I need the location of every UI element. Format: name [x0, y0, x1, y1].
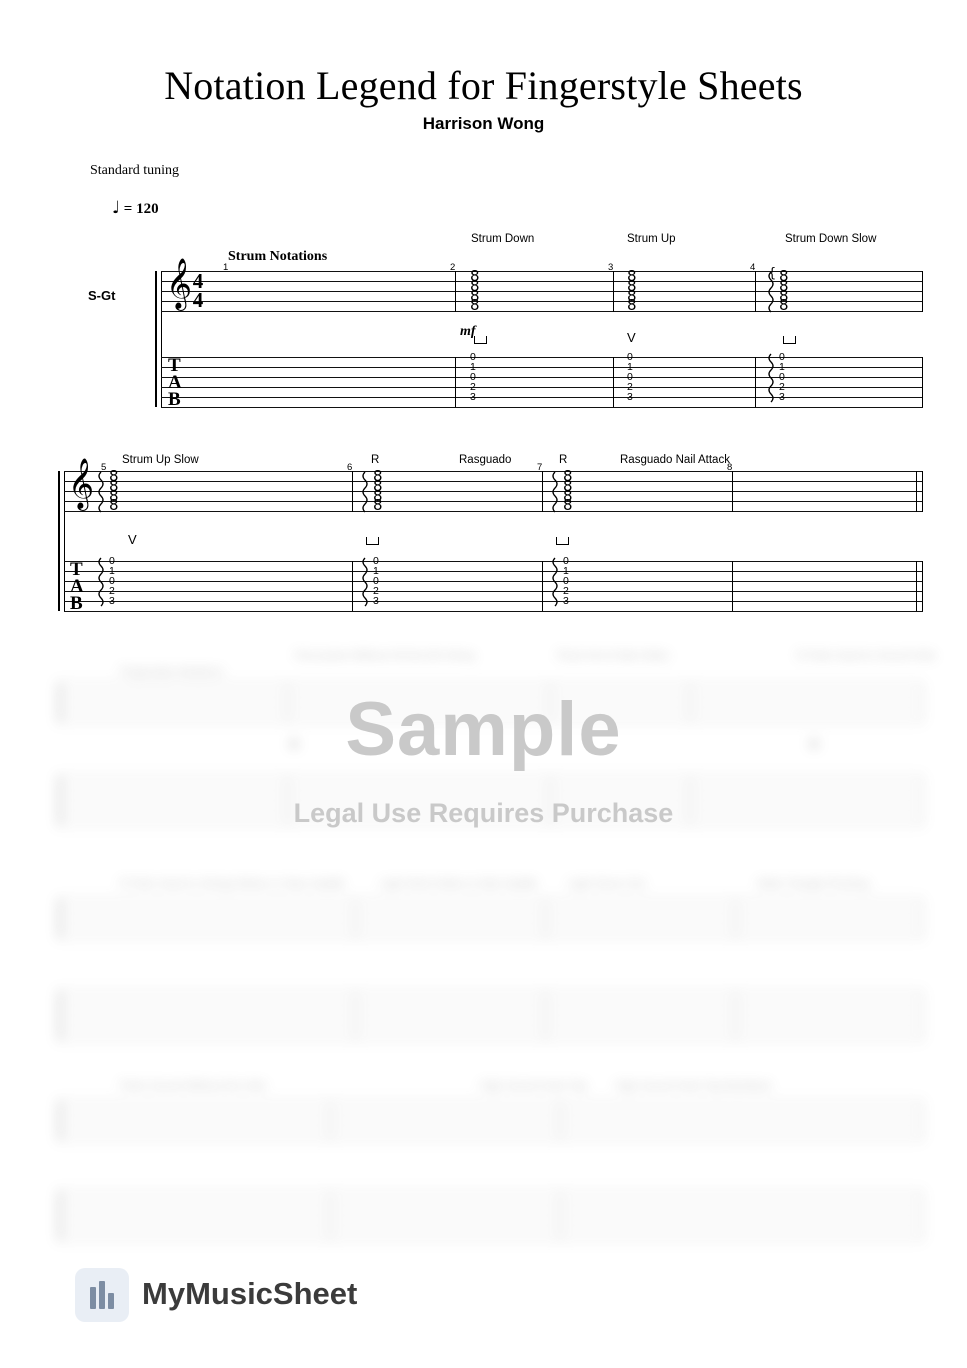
arpeggio-line-icon	[552, 471, 558, 513]
watermark-notice: Legal Use Requires Purchase	[293, 798, 674, 828]
barline	[455, 271, 456, 312]
preview-label: Wide Triangle Plucking	[757, 878, 869, 890]
sheet-bars-icon	[90, 1281, 114, 1309]
down-bow-icon	[783, 336, 796, 344]
measure-label-strum-down: Strum Down	[471, 233, 535, 245]
chord-notehead-stack: 8888	[470, 267, 480, 314]
tab-staff-2	[64, 561, 923, 612]
measure-number: 3	[608, 262, 614, 273]
measure-number: 4	[750, 262, 756, 273]
measure-label-rasguado: Rasguado	[459, 454, 512, 466]
tempo-value: = 120	[123, 201, 159, 217]
barline	[755, 271, 756, 312]
measure-label-strum-up-slow: Strum Up Slow	[122, 454, 199, 466]
measure-label-strum-up: Strum Up	[627, 233, 676, 245]
measure-number: 1	[223, 262, 229, 273]
treble-clef-icon: 𝄞	[68, 458, 95, 509]
measure-number: 2	[450, 262, 456, 273]
chord-notehead-stack: 8888	[563, 467, 573, 514]
arpeggio-line-icon	[362, 557, 368, 607]
tab-staff-1	[161, 357, 923, 408]
barline	[755, 357, 756, 407]
down-bow-icon	[366, 537, 379, 545]
preview-label: Pluck Hit of Side Strike	[557, 650, 669, 662]
tab-letter-b: B	[70, 593, 83, 614]
barline-final	[922, 561, 923, 611]
barline	[916, 471, 917, 512]
system-left-bracket	[58, 471, 60, 611]
page-title: Notation Legend for Fingerstyle Sheets	[164, 63, 803, 108]
barline	[916, 561, 917, 611]
arpeggio-line-icon	[362, 471, 368, 513]
tab-letter-b: B	[168, 389, 181, 410]
tuning-label: Standard tuning	[90, 163, 180, 178]
preview-label: Flesh Sound Without the Hole	[120, 1080, 267, 1092]
barline	[922, 271, 923, 312]
down-bow-icon	[556, 537, 569, 545]
barline	[455, 357, 456, 407]
measure-label-strum-down-slow: Strum Down Slow	[785, 233, 877, 245]
preview-label: Fingerstyle Notations	[120, 666, 224, 678]
chord-notehead-stack: 8888	[627, 267, 637, 314]
barline	[613, 357, 614, 407]
chord-notehead-stack: 8888	[373, 467, 383, 514]
mymusicsheet-logo-icon	[75, 1268, 129, 1322]
measure-label-r-6: R	[371, 454, 380, 466]
preview-label: Light Wrist Strike to Side Saddle	[380, 878, 538, 890]
chord-notehead-stack: 8888	[779, 267, 789, 314]
barline	[922, 357, 923, 407]
arpeggio-line-icon	[768, 353, 774, 403]
preview-label: High Sound Hook Tap Backbeat	[615, 1080, 771, 1092]
chord-notehead-stack: 8888	[109, 467, 119, 514]
preview-label: Percussive Without Hit the 6th String	[295, 650, 475, 662]
arpeggio-line-icon	[98, 471, 104, 513]
system-left-bracket	[155, 271, 157, 407]
notation-staff-2	[64, 471, 923, 512]
tempo-marking: ♩ = 120	[112, 198, 159, 218]
composer-name: Harrison Wong	[422, 114, 545, 133]
up-bow-icon: V	[627, 330, 636, 345]
watermark-sample: Sample	[345, 687, 622, 772]
arpeggio-line-icon	[98, 557, 104, 607]
dynamic-mf: mf	[460, 324, 476, 339]
section-label-strum-notations: Strum Notations	[228, 249, 328, 264]
up-bow-icon: V	[128, 532, 137, 547]
instrument-label: S-Gt	[88, 288, 116, 303]
time-signature-denominator: 4	[192, 288, 204, 312]
measure-label-r-7: R	[559, 454, 568, 466]
preview-label: Light Strum Out	[568, 878, 646, 890]
preview-label: R Palm Hand to Sound Hole	[797, 650, 936, 662]
barline	[613, 271, 614, 312]
barline	[732, 561, 733, 611]
barline	[732, 471, 733, 512]
sheet-music-page: Notation Legend for Fingerstyle Sheets H…	[0, 0, 967, 1368]
barline	[542, 561, 543, 611]
preview-label: R Palm Hand to Strings Below or Near Sad…	[120, 878, 345, 890]
barline-final	[922, 471, 923, 512]
measure-label-rasguado-nail-attack: Rasguado Nail Attack	[620, 454, 730, 466]
notation-staff-1	[161, 271, 923, 312]
preview-label: High Sound Hook Tap	[480, 1080, 587, 1092]
brand-name: MyMusicSheet	[142, 1276, 358, 1311]
barline	[352, 561, 353, 611]
arpeggio-line-icon	[552, 557, 558, 607]
arpeggio-line-icon	[768, 271, 774, 313]
quarter-note-icon: ♩	[112, 198, 121, 218]
barline	[542, 471, 543, 512]
barline	[352, 471, 353, 512]
